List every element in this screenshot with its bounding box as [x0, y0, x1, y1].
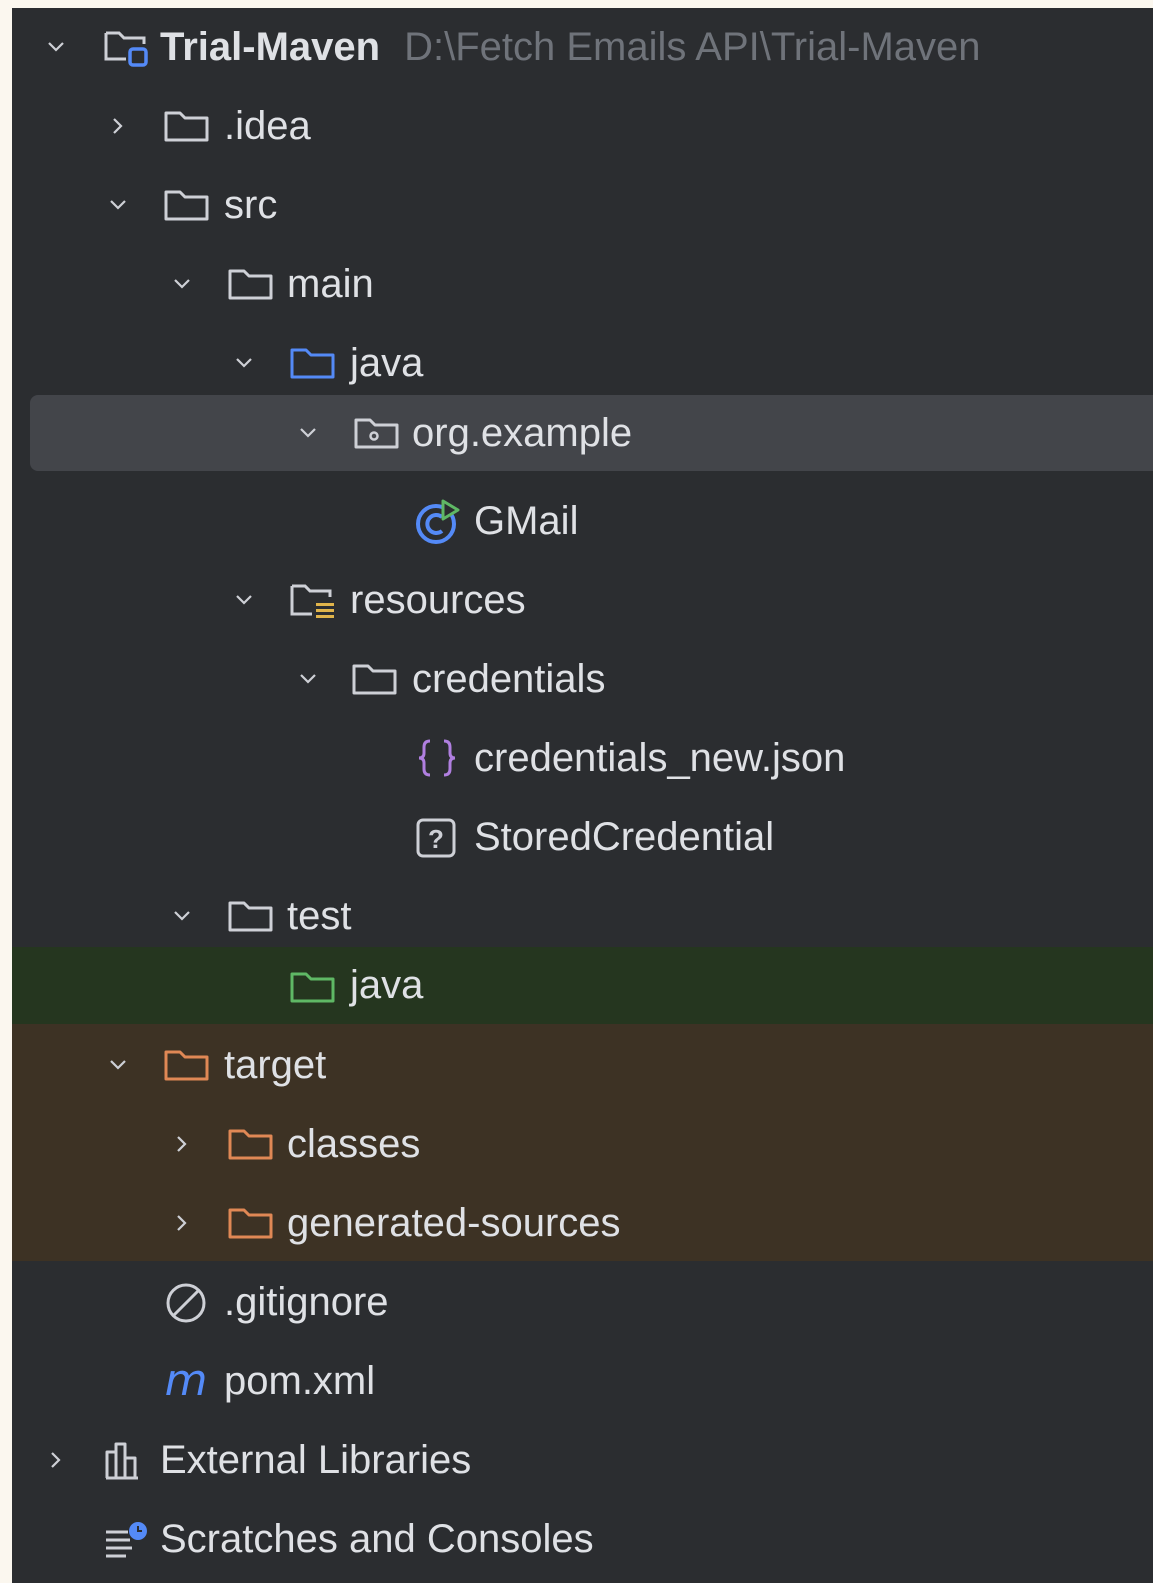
tree-label: Scratches and Consoles — [160, 1517, 594, 1561]
folder-icon — [162, 181, 212, 229]
tree-row-scratches[interactable]: Scratches and Consoles — [12, 1500, 1153, 1578]
tree-label: src — [224, 183, 278, 227]
scratches-icon — [102, 1515, 152, 1563]
excluded-folder-icon — [162, 1041, 212, 1089]
tree-row-target[interactable]: target — [12, 1026, 1153, 1104]
tree-label: main — [287, 262, 374, 306]
chevron-down-icon[interactable] — [288, 395, 328, 471]
package-icon — [352, 409, 402, 457]
tree-label: classes — [287, 1122, 421, 1166]
chevron-right-icon[interactable] — [162, 1105, 202, 1183]
ignore-file-icon — [162, 1278, 212, 1326]
java-class-runnable-icon — [412, 497, 462, 545]
tree-row-credentials-json[interactable]: credentials_new.json — [12, 719, 1153, 797]
tree-label: org.example — [412, 411, 633, 455]
unknown-file-icon: ? — [412, 813, 462, 861]
tree-label: target — [224, 1043, 327, 1087]
tree-label: credentials — [412, 657, 606, 701]
tree-row-stored-credential[interactable]: ? StoredCredential — [12, 798, 1153, 876]
tree-row-classes[interactable]: classes — [12, 1105, 1153, 1183]
project-name: Trial-Maven D:\Fetch Emails API\Trial-Mav… — [160, 8, 981, 86]
tree-row-generated-sources[interactable]: generated-sources — [12, 1184, 1153, 1262]
chevron-down-icon[interactable] — [224, 324, 264, 402]
library-icon — [102, 1436, 152, 1484]
project-module-icon — [102, 23, 152, 71]
folder-icon — [226, 892, 276, 940]
resources-folder-icon — [288, 576, 338, 624]
folder-icon — [162, 102, 212, 150]
maven-file-icon: m — [162, 1355, 212, 1406]
chevron-right-icon[interactable] — [98, 87, 138, 165]
chevron-right-icon[interactable] — [162, 1184, 202, 1262]
chevron-down-icon[interactable] — [98, 1026, 138, 1104]
tree-row-gitignore[interactable]: .gitignore — [12, 1263, 1153, 1341]
tree-label: generated-sources — [287, 1201, 621, 1245]
source-folder-icon — [288, 339, 338, 387]
tree-label: java — [350, 341, 424, 385]
project-tree-panel: Trial-Maven D:\Fetch Emails API\Trial-Mav… — [12, 8, 1153, 1583]
tree-row-idea[interactable]: .idea — [12, 87, 1153, 165]
tree-row-test-java[interactable]: java — [12, 947, 1153, 1024]
tree-label: pom.xml — [224, 1359, 376, 1403]
excluded-folder-icon — [226, 1120, 276, 1168]
folder-icon — [350, 655, 400, 703]
tree-row-main-java[interactable]: java — [12, 324, 1153, 402]
folder-icon — [226, 260, 276, 308]
tree-row-src[interactable]: src — [12, 166, 1153, 244]
tree-row-org-example[interactable]: org.example — [30, 395, 1153, 471]
tree-label: StoredCredential — [474, 815, 775, 859]
svg-text:m: m — [165, 1357, 208, 1405]
tree-row-resources[interactable]: resources — [12, 561, 1153, 639]
tree-label: External Libraries — [160, 1438, 472, 1482]
tree-label: credentials_new.json — [474, 736, 846, 780]
tree-label: java — [350, 963, 424, 1007]
tree-row-external-libraries[interactable]: External Libraries — [12, 1421, 1153, 1499]
json-file-icon — [412, 734, 462, 782]
tree-row-pom[interactable]: m pom.xml — [12, 1342, 1153, 1420]
tree-row-main[interactable]: main — [12, 245, 1153, 323]
test-source-folder-icon — [288, 963, 338, 1011]
chevron-down-icon[interactable] — [162, 877, 202, 955]
tree-label: .idea — [224, 104, 311, 148]
chevron-down-icon[interactable] — [288, 640, 328, 718]
chevron-down-icon[interactable] — [36, 8, 76, 86]
tree-row-gmail[interactable]: GMail — [12, 482, 1153, 560]
chevron-down-icon[interactable] — [224, 561, 264, 639]
chevron-down-icon[interactable] — [162, 245, 202, 323]
project-title: Trial-Maven — [160, 25, 381, 69]
chevron-right-icon[interactable] — [36, 1421, 76, 1499]
tree-row-credentials[interactable]: credentials — [12, 640, 1153, 718]
tree-label: .gitignore — [224, 1280, 389, 1324]
project-path: D:\Fetch Emails API\Trial-Maven — [404, 25, 981, 69]
tree-label: resources — [350, 578, 526, 622]
tree-label: GMail — [474, 499, 579, 543]
tree-row-test[interactable]: test — [12, 877, 1153, 955]
chevron-down-icon[interactable] — [98, 166, 138, 244]
excluded-folder-icon — [226, 1199, 276, 1247]
tree-label: test — [287, 894, 352, 938]
svg-text:?: ? — [428, 824, 444, 854]
tree-row-project-root[interactable]: Trial-Maven D:\Fetch Emails API\Trial-Mav… — [12, 8, 1153, 86]
